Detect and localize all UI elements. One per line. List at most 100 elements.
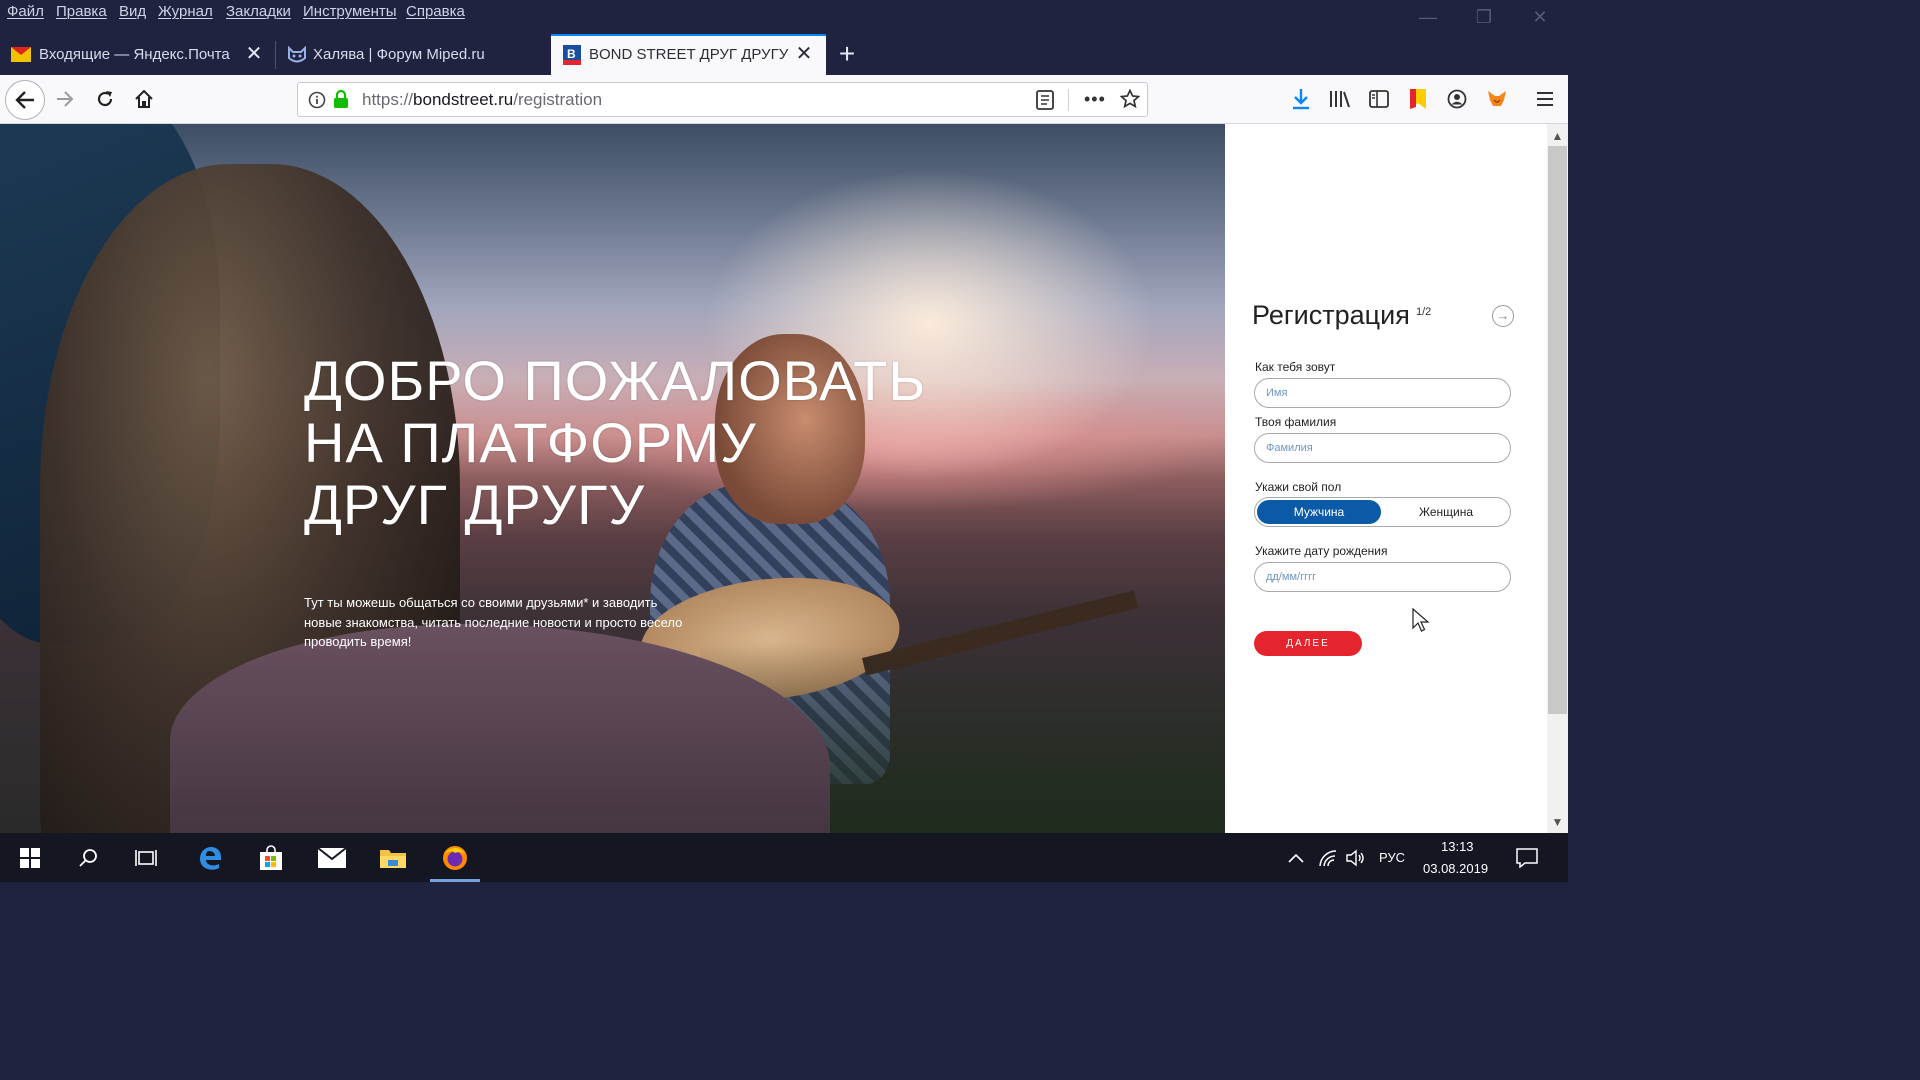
back-arrow-icon <box>15 91 34 109</box>
url-host: bondstreet.ru <box>413 90 514 109</box>
menu-help[interactable]: Справка <box>406 3 465 20</box>
tab-title: Входящие — Яндекс.Почта <box>39 46 230 63</box>
hero-title: ДОБРО ПОЖАЛОВАТЬ НА ПЛАТФОРМУ ДРУГ ДРУГУ <box>304 349 927 536</box>
reload-icon <box>97 91 113 107</box>
back-button[interactable] <box>5 80 45 120</box>
menu-bookmarks[interactable]: Закладки <box>226 3 291 20</box>
menu-view[interactable]: Вид <box>119 3 146 20</box>
active-app-indicator <box>430 879 480 882</box>
next-button[interactable]: ДАЛЕЕ <box>1254 631 1362 656</box>
bookmark-star-icon[interactable] <box>1119 88 1141 114</box>
tab-title: BOND STREET ДРУГ ДРУГУ <box>589 46 789 63</box>
mouse-cursor-icon <box>1412 607 1430 639</box>
restore-button[interactable]: ❐ <box>1456 0 1512 34</box>
vertical-separator <box>1068 89 1069 111</box>
last-name-label: Твоя фамилия <box>1255 415 1337 429</box>
hero-background-image: ДОБРО ПОЖАЛОВАТЬ НА ПЛАТФОРМУ ДРУГ ДРУГУ… <box>0 124 1225 833</box>
page-scrollbar[interactable]: ▲ ▼ <box>1547 124 1568 833</box>
input-language[interactable]: РУС <box>1379 850 1405 865</box>
hamburger-menu-icon <box>1537 92 1553 106</box>
clock-time[interactable]: 13:13 <box>1441 839 1474 854</box>
speaker-icon <box>1346 849 1364 866</box>
secure-lock-icon[interactable] <box>333 89 349 114</box>
scroll-down-icon[interactable]: ▼ <box>1547 812 1568 832</box>
downloads-button[interactable] <box>1283 81 1319 117</box>
window-close-button[interactable]: ✕ <box>1512 0 1568 34</box>
download-icon <box>1293 89 1309 110</box>
yandex-mail-icon <box>11 47 31 66</box>
scrollbar-thumb[interactable] <box>1548 146 1567 714</box>
minimize-button[interactable]: — <box>1400 0 1456 34</box>
taskbar: РУС 13:13 03.08.2019 <box>0 833 1568 882</box>
menu-history[interactable]: Журнал <box>158 3 213 20</box>
mail-envelope-icon <box>317 846 347 868</box>
task-view-icon <box>135 849 157 866</box>
start-button[interactable] <box>0 833 60 882</box>
close-tab-icon[interactable]: ✕ <box>243 43 265 65</box>
new-tab-button[interactable]: + <box>834 34 860 74</box>
registration-step: 1/2 <box>1416 306 1432 318</box>
url-bar[interactable]: https://bondstreet.ru/registration ••• <box>297 82 1148 117</box>
menu-bar: Файл Правка Вид Журнал Закладки Инструме… <box>0 0 1568 26</box>
gender-toggle: Мужчина Женщина <box>1254 497 1511 527</box>
url-text[interactable]: https://bondstreet.ru/registration <box>362 90 602 110</box>
store-button[interactable] <box>241 833 301 882</box>
edge-browser-button[interactable] <box>180 833 240 882</box>
url-scheme: https:// <box>362 90 414 109</box>
home-button[interactable] <box>126 81 162 117</box>
library-button[interactable] <box>1322 81 1358 117</box>
taskbar-search-button[interactable] <box>58 833 118 882</box>
gender-female-option[interactable]: Женщина <box>1384 500 1508 524</box>
extension-bookmark-button[interactable] <box>1400 81 1436 117</box>
next-step-arrow-icon[interactable]: → <box>1492 305 1514 327</box>
menu-file[interactable]: Файл <box>7 3 44 20</box>
folder-icon <box>380 849 406 868</box>
tab-miped-forum[interactable]: Халява | Форум Miped.ru <box>276 34 548 75</box>
first-name-input[interactable]: Имя <box>1254 378 1511 408</box>
account-button[interactable] <box>1439 81 1475 117</box>
close-tab-icon[interactable]: ✕ <box>793 43 815 65</box>
info-icon[interactable] <box>308 91 326 114</box>
mail-app-button[interactable] <box>302 833 362 882</box>
task-view-button[interactable] <box>116 833 176 882</box>
flag-bookmark-icon <box>1410 89 1426 109</box>
tab-title: Халява | Форум Miped.ru <box>313 46 485 63</box>
firefox-taskbar-button[interactable] <box>425 833 485 882</box>
scroll-up-icon[interactable]: ▲ <box>1547 126 1568 146</box>
wifi-icon <box>1319 849 1337 866</box>
tab-bar: Входящие — Яндекс.Почта ✕ Халява | Форум… <box>0 34 1568 76</box>
menu-button[interactable] <box>1527 81 1563 117</box>
hero-description: Тут ты можешь общаться со своими друзьям… <box>304 595 683 649</box>
last-name-input[interactable]: Фамилия <box>1254 433 1511 463</box>
reader-view-icon[interactable] <box>1036 90 1054 115</box>
tab-bondstreet[interactable]: B BOND STREET ДРУГ ДРУГУ ✕ <box>551 34 826 75</box>
account-icon <box>1447 89 1467 109</box>
registration-title: Регистрация <box>1252 300 1410 330</box>
forward-button[interactable] <box>47 81 83 117</box>
fox-extension-icon <box>1488 91 1506 106</box>
bondstreet-icon: B <box>563 45 581 69</box>
clock-date[interactable]: 03.08.2019 <box>1423 861 1488 876</box>
miped-forum-icon <box>287 45 307 68</box>
action-center-button[interactable] <box>1504 833 1550 882</box>
birthdate-label: Укажите дату рождения <box>1255 544 1388 558</box>
metamask-button[interactable] <box>1479 81 1515 117</box>
store-bag-icon <box>260 844 282 870</box>
birthdate-input[interactable]: дд/мм/гггг <box>1254 562 1511 592</box>
menu-edit[interactable]: Правка <box>56 3 107 20</box>
reload-button[interactable] <box>87 81 123 117</box>
firefox-icon <box>443 845 467 870</box>
file-explorer-button[interactable] <box>363 833 423 882</box>
first-name-label: Как тебя зовут <box>1255 360 1336 374</box>
registration-panel: Регистрация 1/2 → Как тебя зовут Имя Тво… <box>1225 124 1547 833</box>
sidebar-button[interactable] <box>1361 81 1397 117</box>
gender-male-option[interactable]: Мужчина <box>1257 500 1381 524</box>
volume-button[interactable] <box>1336 833 1376 882</box>
first-name-placeholder: Имя <box>1266 387 1288 399</box>
last-name-placeholder: Фамилия <box>1266 442 1313 454</box>
tab-yandex-mail[interactable]: Входящие — Яндекс.Почта ✕ <box>0 34 274 75</box>
menu-tools[interactable]: Инструменты <box>303 3 397 20</box>
page-actions-icon[interactable]: ••• <box>1084 90 1106 108</box>
svg-text:B: B <box>567 47 576 61</box>
chevron-up-icon <box>1288 853 1304 863</box>
